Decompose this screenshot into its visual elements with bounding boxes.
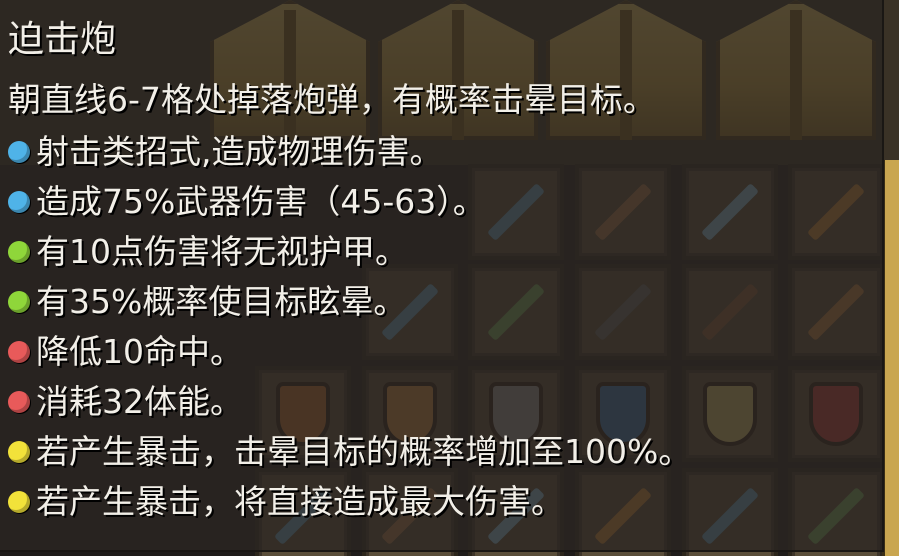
skill-effect: 降低10命中。: [8, 327, 691, 377]
green-bullet-icon: [8, 241, 30, 263]
skill-effect: 若产生暴击，击晕目标的概率增加至100%。: [8, 427, 691, 477]
skill-title: 迫击炮: [8, 19, 117, 60]
skill-effect-text: 降低10命中。: [36, 332, 243, 371]
inventory-frame-edge: [882, 160, 899, 556]
green-bullet-icon: [8, 291, 30, 313]
game-screen: 迫击炮 朝直线6-7格处掉落炮弹，有概率击晕目标。 射击类招式,造成物理伤害。 …: [0, 0, 899, 556]
red-bullet-icon: [8, 391, 30, 413]
skill-effect-text: 消耗32体能。: [36, 382, 243, 421]
blue-bullet-icon: [8, 141, 30, 163]
skill-effect: 造成75%武器伤害（45-63）。: [8, 177, 691, 227]
skill-effect-text: 有35%概率使目标眩晕。: [36, 282, 407, 321]
skill-description: 朝直线6-7格处掉落炮弹，有概率击晕目标。: [8, 80, 656, 119]
skill-effect: 射击类招式,造成物理伤害。: [8, 127, 691, 177]
skill-effect: 若产生暴击，将直接造成最大伤害。: [8, 477, 691, 527]
skill-effect-text: 若产生暴击，击晕目标的概率增加至100%。: [36, 432, 692, 471]
skill-effect: 有35%概率使目标眩晕。: [8, 277, 691, 327]
skill-tooltip: 迫击炮 朝直线6-7格处掉落炮弹，有概率击晕目标。 射击类招式,造成物理伤害。 …: [0, 0, 884, 552]
yellow-bullet-icon: [8, 441, 30, 463]
blue-bullet-icon: [8, 191, 30, 213]
skill-effect: 消耗32体能。: [8, 377, 691, 427]
yellow-bullet-icon: [8, 491, 30, 513]
skill-effect-text: 射击类招式,造成物理伤害。: [36, 132, 443, 171]
skill-effect-text: 若产生暴击，将直接造成最大伤害。: [36, 482, 564, 521]
skill-effects-list: 射击类招式,造成物理伤害。 造成75%武器伤害（45-63）。 有10点伤害将无…: [8, 127, 691, 527]
red-bullet-icon: [8, 341, 30, 363]
skill-effect: 有10点伤害将无视护甲。: [8, 227, 691, 277]
skill-effect-text: 有10点伤害将无视护甲。: [36, 232, 408, 271]
skill-effect-text: 造成75%武器伤害（45-63）。: [36, 182, 486, 221]
